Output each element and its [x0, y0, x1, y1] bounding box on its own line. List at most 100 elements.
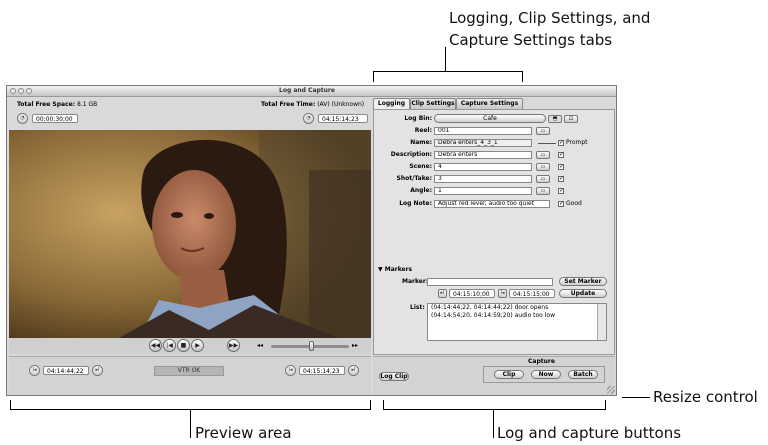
callout-preview: Preview area [195, 424, 292, 442]
mark-out-button[interactable]: ▸I [348, 365, 359, 376]
current-timecode-field[interactable]: 04:15:14;23 [318, 114, 368, 123]
fast-forward-button[interactable]: ▶▶ [227, 339, 240, 352]
capture-now-button[interactable]: Now [531, 370, 561, 379]
window-title: Log and Capture [279, 87, 335, 94]
description-slate-button[interactable]: ▭ [536, 151, 550, 159]
good-label: Good [566, 200, 582, 207]
preview-video-frame [9, 130, 371, 338]
log-bin-button[interactable]: Cafe [434, 114, 546, 123]
callout-resize: Resize control [653, 388, 758, 406]
total-free-time-label: Total Free Time: [261, 101, 316, 108]
log-note-label: Log Note: [399, 200, 432, 207]
total-free-space-value: 8.1 GB [77, 101, 98, 108]
shuttle-left-arrow-icon: ◂◂ [257, 342, 264, 349]
list-item[interactable]: (04:14:44;22, 04:14:44;22) door opens [428, 304, 606, 312]
scene-checkbox[interactable]: ✓ [558, 164, 564, 170]
window-titlebar[interactable]: Log and Capture [7, 86, 616, 97]
description-label: Description: [390, 151, 432, 158]
new-bin-button[interactable]: ⊡ [564, 115, 578, 123]
shuttle-right-arrow-icon: ▸▸ [352, 342, 359, 349]
angle-slate-button[interactable]: ▭ [536, 187, 550, 195]
prompt-label: Prompt [566, 139, 588, 146]
capture-batch-button[interactable]: Batch [568, 370, 598, 379]
markers-header-label: Markers [384, 266, 413, 273]
set-marker-button[interactable]: Set Marker [559, 277, 607, 286]
total-free-space: Total Free Space: 8.1 GB [17, 101, 97, 109]
scene-slate-button[interactable]: ▭ [536, 163, 550, 171]
play-button[interactable]: ▶ [191, 339, 204, 352]
list-scrollbar[interactable] [597, 304, 606, 340]
log-capture-bar: Log Clip Capture Clip Now Batch [373, 356, 615, 395]
vtr-status: VTR OK [154, 366, 224, 376]
in-point-timecode-field[interactable]: 04:14:44;22 [43, 366, 89, 375]
list-item[interactable]: (04:14:54;20, 04:14:59;20) audio too low [428, 312, 606, 320]
marker-out-timecode-field[interactable]: 04:15:15;00 [509, 289, 555, 298]
shot-take-checkbox[interactable]: ✓ [558, 176, 564, 182]
go-to-out-button[interactable]: I◂ [285, 365, 296, 376]
angle-checkbox[interactable]: ✓ [558, 188, 564, 194]
scene-field[interactable]: 4 [434, 163, 532, 171]
tab-logging[interactable]: Logging [373, 98, 410, 109]
callout-tabs-line1: Logging, Clip Settings, and [449, 9, 651, 27]
tab-clip-settings[interactable]: Clip Settings [410, 98, 456, 109]
update-button[interactable]: Update [559, 289, 607, 298]
reel-slate-button[interactable]: ▭ [536, 127, 550, 135]
log-bin-up-button[interactable]: ⬒ [548, 115, 562, 123]
prompt-checkbox[interactable]: ✓ [558, 140, 564, 146]
close-window-button[interactable] [10, 88, 16, 94]
callout-logcapture-bracket [383, 400, 606, 410]
markers-header[interactable]: ▼ Markers [378, 266, 412, 274]
total-free-space-label: Total Free Space: [17, 101, 76, 108]
callout-tabs-leader [445, 47, 447, 72]
capture-group: Clip Now Batch [483, 366, 605, 383]
duration-icon: ◔ [17, 113, 28, 124]
capture-clip-button[interactable]: Clip [494, 370, 524, 379]
duration-timecode-field[interactable]: 00:00:30;00 [32, 114, 78, 123]
minimize-window-button[interactable] [18, 88, 24, 94]
markers-list[interactable]: (04:14:44;22, 04:14:44;22) door opens (0… [427, 303, 607, 341]
reel-field[interactable]: 001 [434, 127, 532, 135]
marker-in-button[interactable]: ▸I [438, 289, 447, 298]
name-label: Name: [410, 139, 432, 146]
marker-in-timecode-field[interactable]: 04:15:10;00 [449, 289, 495, 298]
callout-resize-leader [622, 397, 650, 399]
callout-tabs-line2: Capture Settings tabs [449, 31, 613, 49]
go-to-in-button[interactable]: ▸I [92, 365, 103, 376]
name-field: Debra enters_4_3_1 [434, 139, 532, 147]
stop-button[interactable]: ■ [177, 339, 190, 352]
out-point-timecode-field[interactable]: 04:15:14;23 [299, 366, 345, 375]
mark-in-button[interactable]: I◂ [29, 365, 40, 376]
previous-frame-button[interactable]: |◀ [163, 339, 176, 352]
callout-preview-leader [190, 409, 192, 438]
reel-label: Reel: [414, 127, 432, 134]
log-and-capture-window: Log and Capture Total Free Space: 8.1 GB… [6, 85, 617, 396]
log-clip-button[interactable]: Log Clip [379, 372, 409, 381]
disclosure-triangle-icon: ▼ [378, 266, 383, 273]
preview-area [9, 130, 371, 338]
zoom-window-button[interactable] [26, 88, 32, 94]
resize-control[interactable] [607, 386, 615, 394]
description-checkbox[interactable]: ✓ [558, 152, 564, 158]
log-note-field[interactable]: Adjust red level; audio too quiet [434, 200, 550, 208]
good-checkbox[interactable]: ✓ [558, 201, 564, 207]
shot-take-label: Shot/Take: [396, 175, 432, 182]
capture-group-label: Capture [528, 358, 555, 365]
logging-panel: Log Bin: Cafe ⬒ ⊡ Reel: 001 ▭ Name: Debr… [373, 109, 615, 355]
transport-controls: ◀◀ |◀ ■ ▶ ▶▶ ◂◂ ▸▸ [9, 338, 371, 354]
description-field[interactable]: Debra enters [434, 151, 532, 159]
total-free-time: Total Free Time: (AV) (Unknown) [261, 101, 364, 109]
tab-capture-settings[interactable]: Capture Settings [456, 98, 523, 109]
angle-label: Angle: [410, 187, 432, 194]
marker-name-field[interactable] [427, 278, 553, 286]
shot-take-slate-button[interactable]: ▭ [536, 175, 550, 183]
rewind-button[interactable]: ◀◀ [149, 339, 162, 352]
shuttle-knob[interactable] [309, 341, 314, 351]
angle-field[interactable]: 1 [434, 187, 532, 195]
log-bin-label: Log Bin: [404, 115, 432, 122]
total-free-time-value: (AV) (Unknown) [317, 101, 365, 108]
callout-logcapture: Log and capture buttons [497, 424, 682, 442]
marker-label: Marker: [402, 278, 429, 285]
callout-tabs-bracket [373, 71, 523, 82]
marker-out-button[interactable]: I◂ [498, 289, 507, 298]
shot-take-field[interactable]: 3 [434, 175, 532, 183]
